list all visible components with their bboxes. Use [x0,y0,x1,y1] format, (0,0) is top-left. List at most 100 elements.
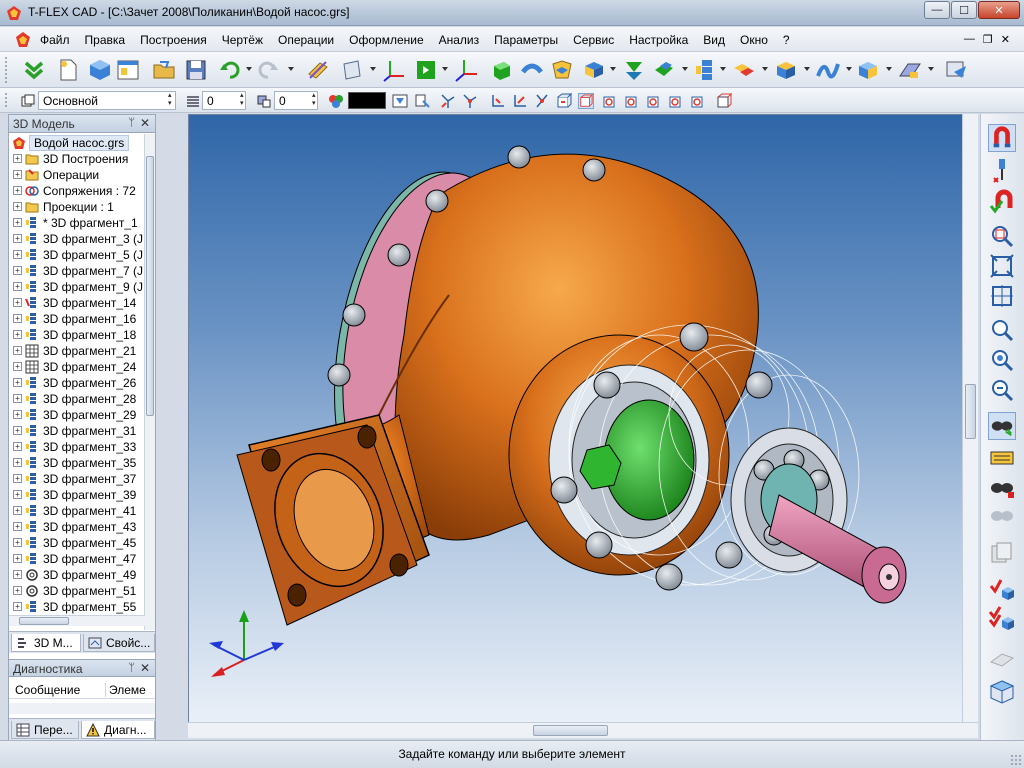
expand-icon[interactable]: + [13,586,22,595]
new-drawing-icon[interactable] [116,58,140,82]
shell-dropdown[interactable] [682,67,688,71]
sheet-metal-dropdown[interactable] [928,67,934,71]
expand-icon[interactable]: + [13,202,22,211]
menu-item-2[interactable]: Построения [140,33,207,47]
axes-icon[interactable] [454,58,478,82]
select-fragment-icon[interactable] [668,93,684,109]
expand-icon[interactable]: + [13,330,22,339]
expand-icon[interactable]: + [13,474,22,483]
menu-item-9[interactable]: Настройка [629,33,688,47]
close-button[interactable]: ✕ [978,1,1020,19]
color-palette-icon[interactable] [328,93,344,109]
sheet-metal-icon[interactable] [898,58,922,82]
select-curve-icon[interactable] [534,93,550,109]
extrude-icon[interactable] [490,58,514,82]
viewport-hscroll-thumb[interactable] [533,725,608,736]
fragment-icon[interactable] [694,58,718,82]
node-dropdown[interactable] [442,67,448,71]
fit-all-icon[interactable] [988,252,1016,280]
mdi-restore-button[interactable]: ❐ [983,33,993,46]
expand-icon[interactable]: + [13,250,22,259]
toolbar-grip[interactable] [4,56,8,83]
section-icon[interactable] [988,644,1016,672]
menu-item-12[interactable]: ? [783,33,790,47]
tree-item[interactable]: + Операции [9,167,145,183]
undo-icon[interactable] [218,58,242,82]
select-point-icon[interactable] [490,93,506,109]
expand-icon[interactable]: + [13,394,22,403]
tab-variables[interactable]: Пере... [11,721,79,739]
menu-item-0[interactable]: Файл [40,33,70,47]
sweep-dropdown[interactable] [610,67,616,71]
snap-magnet-icon[interactable] [988,124,1016,152]
boolean-icon[interactable] [622,58,646,82]
expand-icon[interactable]: + [13,378,22,387]
expand-icon[interactable]: + [13,298,22,307]
tree-item[interactable]: +3D фрагмент_14 [9,295,145,311]
select-vertex-icon[interactable] [462,93,478,109]
tree-item[interactable]: +3D фрагмент_18 [9,327,145,343]
tree-item[interactable]: +3D Построения [9,151,145,167]
tree-item[interactable]: +3D фрагмент_43 [9,519,145,535]
settings-icon[interactable] [944,58,968,82]
snap-pin-icon[interactable] [988,156,1016,184]
select-body-icon[interactable] [578,93,594,109]
tree-item[interactable]: + * 3D фрагмент_1 [9,215,145,231]
diag-pin-icon[interactable]: ᛘ [128,662,135,674]
tree-horizontal-scrollbar[interactable] [9,615,145,626]
expand-icon[interactable]: + [13,218,22,227]
resize-grip[interactable] [1010,754,1022,766]
tree-item[interactable]: +3D фрагмент_35 [9,455,145,471]
diag-close-icon[interactable]: ✕ [140,661,150,675]
level-icon[interactable] [185,93,201,109]
select-line-icon[interactable] [512,93,528,109]
menu-item-4[interactable]: Операции [278,33,334,47]
tree-vertical-scrollbar[interactable] [144,134,155,630]
view-cube-icon[interactable] [988,678,1016,706]
expand-icon[interactable]: + [13,234,22,243]
select-profile-icon[interactable] [690,93,706,109]
tab-diagnostics[interactable]: Диагн... [81,721,155,739]
expand-icon[interactable]: + [13,522,22,531]
tree-item[interactable]: +3D фрагмент_21 [9,343,145,359]
select-filter-icon[interactable] [414,93,430,109]
expand-icon[interactable]: + [13,538,22,547]
zoom-window-icon[interactable] [988,222,1016,250]
solid-icon[interactable] [856,58,880,82]
select-lcs-icon[interactable] [624,93,640,109]
menu-item-7[interactable]: Параметры [494,33,558,47]
tab-properties[interactable]: Свойс... [83,634,155,652]
toolbar-grip-2[interactable] [4,92,8,108]
tree-item[interactable]: +3D фрагмент_49 [9,567,145,583]
layer-combo[interactable]: Основной [38,91,176,110]
expand-icon[interactable]: + [13,314,22,323]
pin-icon[interactable]: ᛘ [128,117,135,129]
snap-check-icon[interactable] [988,188,1016,216]
menu-item-10[interactable]: Вид [703,33,725,47]
tree-item[interactable]: +3D фрагмент_37 [9,471,145,487]
level-spinner-2[interactable]: ▴ ▾ [312,92,320,108]
menu-item-11[interactable]: Окно [740,33,768,47]
select-edges-icon[interactable] [440,93,456,109]
tree-hscroll-thumb[interactable] [19,617,69,625]
layer-spinner[interactable]: ▴ ▾ [168,92,176,108]
tree-item[interactable]: +3D фрагмент_5 (J [9,247,145,263]
save-icon[interactable] [184,58,208,82]
tree-item[interactable]: +3D фрагмент_55 [9,599,145,615]
menu-item-8[interactable]: Сервис [573,33,614,47]
tree-item[interactable]: +3D фрагмент_3 (J [9,231,145,247]
open-file-icon[interactable] [152,58,176,82]
level-spinner-1[interactable]: ▴ ▾ [240,92,248,108]
col-message[interactable]: Сообщение [15,683,80,697]
tree-item[interactable]: +3D фрагмент_33 [9,439,145,455]
tree-item[interactable]: +3D фрагмент_28 [9,391,145,407]
workplane-icon[interactable] [306,58,330,82]
tree-root[interactable]: Водой насос.grs [9,134,145,151]
view-mode-icon[interactable] [988,444,1016,472]
check-box-icon[interactable] [988,574,1016,602]
select-operation-icon[interactable] [602,93,618,109]
array-icon[interactable] [732,58,756,82]
tree-item[interactable]: +3D фрагмент_47 [9,551,145,567]
panel-close-icon[interactable]: ✕ [140,116,150,130]
viewport-vscroll-thumb[interactable] [965,384,976,439]
